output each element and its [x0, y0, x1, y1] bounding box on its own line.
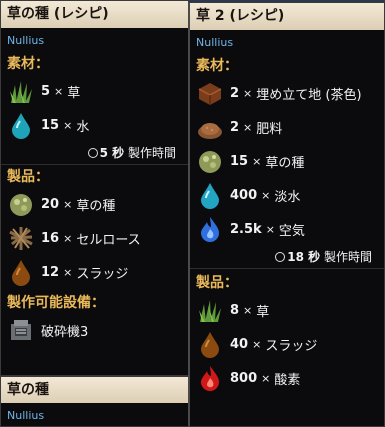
landfill-icon	[198, 83, 222, 105]
seed-icon	[10, 194, 32, 216]
material-row: 15 × 水	[1, 108, 188, 142]
tooltip-owner: Nullius	[7, 34, 45, 47]
product-name: セルロース	[76, 232, 141, 248]
product-row: 16 × セルロース	[1, 221, 188, 255]
material-row: 15 × 草の種	[190, 144, 384, 178]
craft-time-label: 製作時間	[127, 146, 176, 160]
item-tooltip-grass-seed: 草の種 Nullius	[0, 376, 189, 427]
material-row: 2 × 肥料	[190, 110, 384, 144]
material-name: 草の種	[265, 155, 305, 171]
cellulose-icon	[9, 227, 33, 250]
water-drop-icon	[12, 113, 30, 139]
product-row: 40 × スラッジ	[190, 327, 384, 361]
tooltip-title: 草の種 (レシピ)	[1, 1, 188, 28]
product-name: スラッジ	[265, 338, 318, 354]
craft-time: 5 秒 製作時間	[1, 142, 188, 165]
fresh-water-drop-icon	[201, 183, 219, 209]
materials-heading: 素材：	[7, 56, 49, 72]
air-flame-icon	[201, 217, 219, 242]
tooltip-owner: Nullius	[196, 36, 234, 49]
product-qty: 800	[230, 370, 258, 386]
multiply-sign: ×	[63, 118, 73, 132]
product-qty: 40	[230, 336, 249, 352]
product-row: 800 × 酸素	[190, 361, 384, 395]
recipe-tooltip-grass-seed: 草の種 (レシピ) Nullius 素材： 5 × 草 15 × 水 5 秒 製…	[0, 0, 189, 376]
products-heading: 製品：	[196, 275, 238, 291]
product-row: 8 × 草	[190, 293, 384, 327]
multiply-sign: ×	[243, 303, 253, 317]
material-qty: 2	[230, 85, 240, 101]
grass-icon	[199, 300, 221, 322]
multiply-sign: ×	[261, 188, 271, 202]
material-row: 2 × 埋め立て地 (茶色)	[190, 76, 384, 110]
recipe-tooltip-grass-2: 草 2 (レシピ) Nullius 素材： 2 × 埋め立て地 (茶色) 2 ×…	[188, 2, 385, 427]
machines-heading: 製作可能設備：	[7, 295, 105, 311]
machine-row: 破砕機3	[1, 313, 188, 347]
product-row: 20 × 草の種	[1, 187, 188, 221]
multiply-sign: ×	[54, 84, 64, 98]
craft-time-label: 製作時間	[323, 250, 372, 264]
sludge-drop-icon	[12, 260, 30, 286]
multiply-sign: ×	[265, 222, 275, 236]
material-qty: 15	[41, 117, 60, 133]
multiply-sign: ×	[252, 154, 262, 168]
multiply-sign: ×	[261, 371, 271, 385]
material-name: 草	[67, 85, 81, 101]
multiply-sign: ×	[63, 231, 73, 245]
product-name: 酸素	[274, 372, 301, 388]
sludge-drop-icon	[201, 332, 219, 358]
product-name: 草	[256, 304, 270, 320]
material-name: 埋め立て地 (茶色)	[256, 87, 362, 103]
tooltip-title: 草の種	[1, 377, 188, 403]
material-row: 5 × 草	[1, 74, 188, 108]
product-name: 草の種	[76, 198, 116, 214]
material-qty: 400	[230, 187, 258, 203]
material-name: 水	[76, 119, 90, 135]
products-heading: 製品：	[7, 169, 49, 185]
grass-icon	[10, 81, 32, 103]
material-qty: 5	[41, 83, 51, 99]
material-qty: 2	[230, 119, 240, 135]
clock-icon	[275, 252, 286, 262]
multiply-sign: ×	[243, 86, 253, 100]
product-row: 12 × スラッジ	[1, 255, 188, 289]
material-name: 肥料	[256, 121, 283, 137]
craft-time-value: 5 秒	[99, 146, 125, 160]
seed-icon	[199, 151, 221, 173]
product-qty: 8	[230, 302, 240, 318]
tooltip-title: 草 2 (レシピ)	[190, 3, 384, 30]
product-qty: 20	[41, 196, 60, 212]
product-qty: 16	[41, 230, 60, 246]
product-qty: 12	[41, 264, 60, 280]
multiply-sign: ×	[63, 197, 73, 211]
product-name: スラッジ	[76, 266, 129, 282]
material-qty: 2.5k	[230, 221, 262, 237]
material-name: 淡水	[274, 189, 301, 205]
material-row: 2.5k × 空気	[190, 212, 384, 246]
materials-heading: 素材：	[196, 58, 238, 74]
material-name: 空気	[278, 223, 305, 239]
tooltip-owner: Nullius	[7, 409, 45, 422]
crusher-icon	[11, 320, 31, 340]
craft-time: 18 秒 製作時間	[190, 246, 384, 269]
machine-name: 破砕機3	[41, 324, 89, 340]
multiply-sign: ×	[252, 337, 262, 351]
craft-time-value: 18 秒	[287, 250, 321, 264]
material-row: 400 × 淡水	[190, 178, 384, 212]
multiply-sign: ×	[243, 120, 253, 134]
material-qty: 15	[230, 153, 249, 169]
clock-icon	[87, 148, 98, 158]
multiply-sign: ×	[63, 265, 73, 279]
fertilizer-icon	[198, 123, 222, 139]
oxygen-flame-icon	[201, 366, 219, 391]
